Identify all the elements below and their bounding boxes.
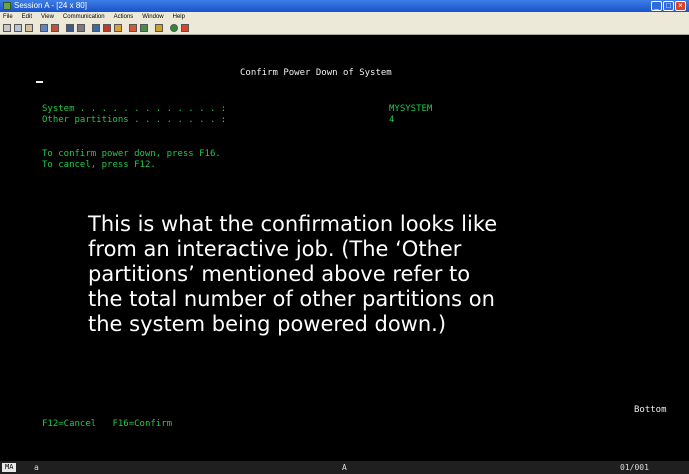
screen-heading: Confirm Power Down of System: [240, 68, 392, 78]
status-middle: A: [342, 463, 347, 472]
maximize-button[interactable]: □: [663, 1, 674, 11]
menu-bar: File Edit View Communication Actions Win…: [0, 12, 689, 22]
status-indicator: a: [34, 463, 39, 472]
minimize-button[interactable]: _: [651, 1, 662, 11]
color-icon[interactable]: [129, 24, 137, 32]
instruction-cancel: To cancel, press F12.: [42, 160, 156, 170]
copy-icon[interactable]: [14, 24, 22, 32]
field-label-system: System . . . . . . . . . . . . . :: [42, 104, 227, 114]
menu-actions[interactable]: Actions: [114, 12, 134, 22]
paste-icon[interactable]: [25, 24, 33, 32]
status-mode: MA: [2, 463, 17, 472]
annotation-line: from an interactive job. (The ‘Other: [88, 237, 462, 261]
play-icon[interactable]: [103, 24, 111, 32]
annotation-line: This is what the confirmation looks like: [88, 212, 498, 236]
field-value-system: MYSYSTEM: [389, 104, 433, 114]
annotation-line: partitions’ mentioned above refer to: [88, 262, 471, 286]
menu-edit[interactable]: Edit: [22, 12, 32, 22]
receive-icon[interactable]: [51, 24, 59, 32]
menu-view[interactable]: View: [41, 12, 54, 22]
instruction-confirm: To confirm power down, press F16.: [42, 149, 221, 159]
annotation-line: the total number of other partitions on: [88, 287, 495, 311]
send-icon[interactable]: [40, 24, 48, 32]
field-value-partitions: 4: [389, 115, 395, 125]
bottom-marker: Bottom: [634, 405, 667, 415]
toolbar: [0, 22, 689, 35]
annotation-line: the system being powered down.): [88, 312, 447, 336]
window-controls: _ □ ×: [651, 1, 686, 11]
session-app-icon: [3, 2, 11, 10]
keyboard-icon[interactable]: [77, 24, 85, 32]
help-icon[interactable]: [155, 24, 163, 32]
text-cursor: [36, 81, 43, 83]
close-button[interactable]: ×: [675, 1, 686, 11]
window-title-bar[interactable]: Session A - [24 x 80] _ □ ×: [0, 0, 689, 12]
annotation-text: This is what the confirmation looks like…: [88, 212, 668, 337]
cursor-position: 01/001: [620, 463, 649, 472]
record-icon[interactable]: [92, 24, 100, 32]
status-bar: MA a A 01/001: [0, 461, 689, 474]
connect-icon[interactable]: [170, 24, 178, 32]
menu-file[interactable]: File: [3, 12, 13, 22]
print-icon[interactable]: [3, 24, 11, 32]
display-icon[interactable]: [66, 24, 74, 32]
disconnect-icon[interactable]: [181, 24, 189, 32]
macro-icon[interactable]: [114, 24, 122, 32]
menu-communication[interactable]: Communication: [63, 12, 105, 22]
menu-window[interactable]: Window: [142, 12, 163, 22]
field-label-partitions: Other partitions . . . . . . . . :: [42, 115, 227, 125]
settings-icon[interactable]: [140, 24, 148, 32]
window-title: Session A - [24 x 80]: [14, 1, 87, 10]
function-keys[interactable]: F12=Cancel F16=Confirm: [42, 419, 172, 430]
menu-help[interactable]: Help: [173, 12, 185, 22]
